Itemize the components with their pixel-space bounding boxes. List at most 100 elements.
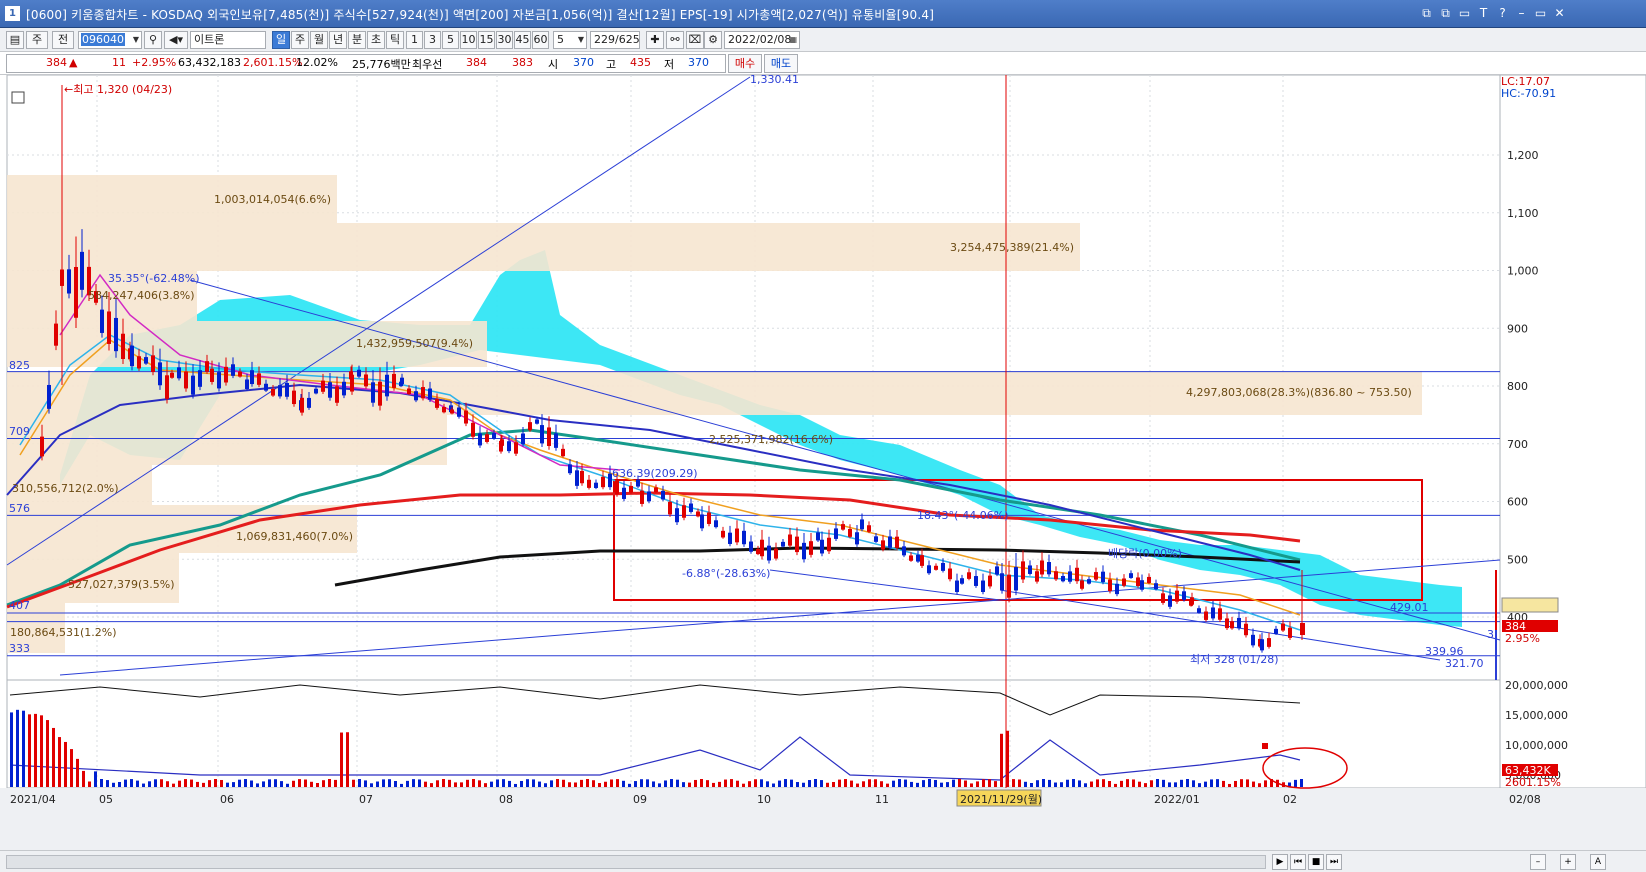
volume-bar bbox=[442, 779, 445, 787]
chart-tool-icon[interactable]: ✚ bbox=[646, 31, 664, 49]
level-label: 333 bbox=[9, 642, 30, 655]
volume-bar bbox=[268, 779, 271, 787]
candle bbox=[1136, 577, 1140, 587]
volume-bar bbox=[934, 779, 937, 787]
volume-bar bbox=[436, 780, 439, 787]
interval-year[interactable]: 년 bbox=[329, 31, 347, 49]
candle bbox=[158, 362, 162, 386]
scroll-last-button[interactable]: ⏭ bbox=[1326, 854, 1342, 870]
candle bbox=[1040, 560, 1044, 575]
interval-second[interactable]: 초 bbox=[367, 31, 385, 49]
maximize-button[interactable]: ▭ bbox=[1532, 5, 1549, 22]
candle bbox=[450, 409, 454, 414]
tick-1[interactable]: 1 bbox=[406, 31, 423, 49]
candle bbox=[1175, 590, 1179, 602]
text-icon[interactable]: T bbox=[1475, 5, 1492, 22]
stock-name-field[interactable]: 이트론 bbox=[190, 31, 266, 49]
open-value: 370 bbox=[573, 56, 594, 69]
level-value-label: 321.70 bbox=[1445, 657, 1484, 670]
candle bbox=[137, 356, 141, 369]
scroll-first-button[interactable]: ⏮ bbox=[1290, 854, 1306, 870]
volume-bar bbox=[580, 779, 583, 787]
indicator-icon[interactable]: ⚯ bbox=[666, 31, 684, 49]
candle bbox=[714, 520, 718, 528]
tile-icon[interactable]: ⧉ bbox=[1418, 5, 1435, 22]
candle bbox=[471, 422, 475, 437]
scroll-bar[interactable]: ▶ ⏮ ■ ⏭ – + A bbox=[0, 850, 1646, 872]
scroll-track[interactable] bbox=[6, 855, 1266, 869]
volume-bar bbox=[274, 779, 277, 787]
candle bbox=[514, 442, 518, 454]
date-field[interactable]: 2022/02/08 ▦ bbox=[724, 31, 800, 49]
candle bbox=[130, 345, 134, 367]
volume-bar bbox=[526, 779, 529, 787]
low-annotation: 최저 328 (01/28) bbox=[1190, 653, 1279, 666]
help-icon[interactable]: ? bbox=[1494, 5, 1511, 22]
interval-tick[interactable]: 틱 bbox=[386, 31, 404, 49]
count-select[interactable]: 5 ▼ bbox=[553, 31, 587, 49]
candle bbox=[264, 383, 268, 391]
volume-bar bbox=[868, 779, 871, 787]
stop-button[interactable]: ■ bbox=[1308, 854, 1324, 870]
tick-15[interactable]: 15 bbox=[478, 31, 495, 49]
candle bbox=[580, 470, 584, 484]
stock-code-input[interactable]: 096040 ▼ bbox=[78, 31, 142, 49]
cascade-icon[interactable]: ⧉ bbox=[1437, 5, 1454, 22]
date-tick-label: 08 bbox=[499, 793, 513, 806]
candle bbox=[916, 554, 920, 562]
volume-bar bbox=[646, 779, 649, 787]
period-unit-select[interactable]: 주 bbox=[26, 31, 48, 49]
tick-45[interactable]: 45 bbox=[514, 31, 531, 49]
volume-bar bbox=[1234, 780, 1237, 787]
volume-bar bbox=[856, 783, 859, 787]
buy-button[interactable]: 매수 bbox=[728, 54, 762, 73]
candle bbox=[114, 317, 118, 352]
range-field[interactable]: 229/625 bbox=[590, 31, 640, 49]
layout-icon[interactable]: ▭ bbox=[1456, 5, 1473, 22]
sell-button[interactable]: 매도 bbox=[764, 54, 798, 73]
volume-bar bbox=[424, 781, 427, 787]
search-icon[interactable]: ⚲ bbox=[144, 31, 162, 49]
volume-bar bbox=[598, 783, 601, 787]
volume-bar bbox=[802, 782, 805, 787]
tick-60[interactable]: 60 bbox=[532, 31, 549, 49]
level-label: 407 bbox=[9, 599, 30, 612]
volume-bar bbox=[10, 712, 13, 787]
interval-month[interactable]: 월 bbox=[310, 31, 328, 49]
tick-10[interactable]: 10 bbox=[460, 31, 477, 49]
volume-bar bbox=[400, 783, 403, 787]
scroll-left-button[interactable]: ▶ bbox=[1272, 854, 1288, 870]
candle bbox=[205, 361, 209, 372]
layout-icon[interactable]: ▤ bbox=[6, 31, 24, 49]
zoom-in-button[interactable]: + bbox=[1560, 854, 1576, 870]
interval-day[interactable]: 일 bbox=[272, 31, 290, 49]
volume-bar bbox=[1060, 782, 1063, 787]
candle bbox=[1054, 571, 1058, 580]
volume-bar bbox=[184, 779, 187, 787]
volume-bar bbox=[892, 780, 895, 787]
zoom-out-button[interactable]: – bbox=[1530, 854, 1546, 870]
minimize-button[interactable]: – bbox=[1513, 5, 1530, 22]
volume-bar bbox=[1132, 779, 1135, 787]
sound-icon[interactable]: ◀▾ bbox=[164, 31, 188, 49]
price-chart[interactable]: LC:17.07HC:-70.911,2001,1001,00090080070… bbox=[0, 75, 1646, 850]
prev-button[interactable]: 전 bbox=[52, 31, 74, 49]
candle bbox=[500, 439, 504, 446]
lock-icon[interactable]: ⌧ bbox=[686, 31, 704, 49]
interval-minute[interactable]: 분 bbox=[348, 31, 366, 49]
tick-30[interactable]: 30 bbox=[496, 31, 513, 49]
interval-week[interactable]: 주 bbox=[291, 31, 309, 49]
chart-area[interactable]: LC:17.07 HC:-70.91 1,200 1,100 1,000 900 800 70… bbox=[0, 75, 1646, 850]
candle bbox=[1122, 578, 1126, 586]
volume-bar bbox=[616, 779, 619, 787]
volume-profile-label: 4,297,803,068(28.3%)(836.80 ~ 753.50) bbox=[1186, 386, 1412, 399]
price-tick-label: 1,100 bbox=[1507, 207, 1539, 220]
volume-bar bbox=[1024, 781, 1027, 787]
close-button[interactable]: ✕ bbox=[1551, 5, 1568, 22]
font-size-button[interactable]: A bbox=[1590, 854, 1606, 870]
gear-icon[interactable]: ⚙ bbox=[704, 31, 722, 49]
candle bbox=[955, 580, 959, 593]
tick-3[interactable]: 3 bbox=[424, 31, 441, 49]
candle bbox=[121, 333, 125, 359]
tick-5[interactable]: 5 bbox=[442, 31, 459, 49]
